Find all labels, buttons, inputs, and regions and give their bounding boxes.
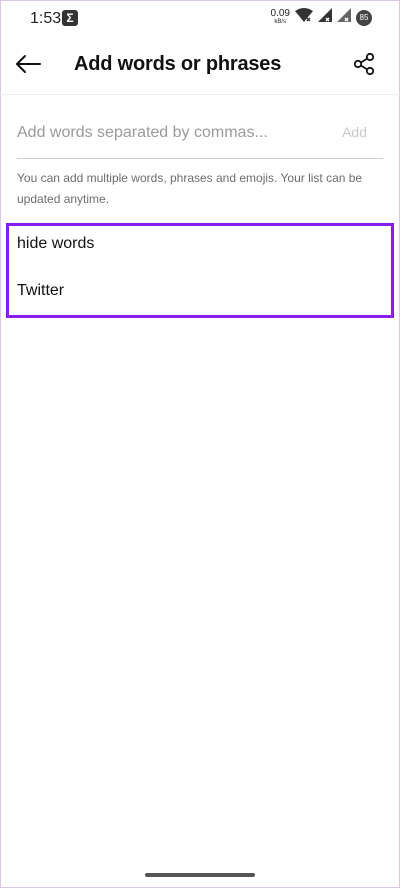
add-words-input[interactable]	[17, 120, 317, 146]
status-bar: 1:53 Σ 0.09 kB/s 85	[0, 0, 400, 36]
home-indicator[interactable]	[145, 873, 255, 877]
share-button[interactable]	[350, 50, 378, 78]
back-button[interactable]	[12, 50, 44, 78]
list-item[interactable]: hide words	[17, 235, 94, 253]
arrow-left-icon	[16, 55, 41, 73]
wifi-icon	[295, 8, 313, 28]
add-words-row: Add	[17, 112, 383, 159]
network-speed-value: 0.09	[270, 8, 290, 19]
status-indicators: 0.09 kB/s 85	[271, 8, 372, 28]
signal-icon-sim2	[337, 8, 351, 28]
signal-icon-sim1	[318, 8, 332, 28]
network-speed-unit: kB/s	[274, 19, 287, 25]
list-item[interactable]: Twitter	[17, 282, 64, 300]
notification-app-icon: Σ	[62, 10, 78, 26]
hidden-words-list: hide words Twitter	[6, 223, 394, 318]
network-speed: 0.09 kB/s	[271, 9, 290, 27]
status-time: 1:53	[30, 10, 62, 27]
helper-text: You can add multiple words, phrases and …	[17, 171, 363, 206]
share-icon	[353, 52, 375, 76]
add-button[interactable]: Add	[342, 124, 367, 140]
page-title: Add words or phrases	[74, 53, 282, 75]
app-bar: Add words or phrases	[0, 36, 400, 95]
battery-icon: 85	[356, 10, 372, 26]
